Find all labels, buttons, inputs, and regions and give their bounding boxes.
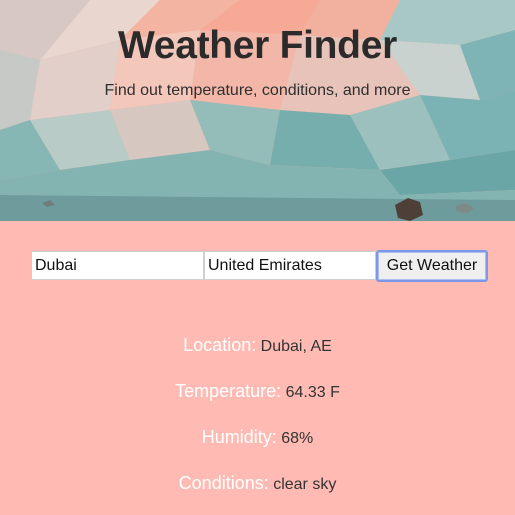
- page-subtitle: Find out temperature, conditions, and mo…: [104, 82, 411, 99]
- humidity-value: 68%: [281, 430, 314, 447]
- conditions-label: Conditions:: [178, 473, 269, 493]
- location-label: Location:: [183, 335, 257, 355]
- country-input[interactable]: [204, 251, 376, 280]
- location-result: Location: Dubai, AE: [0, 335, 515, 356]
- humidity-label: Humidity:: [201, 427, 277, 447]
- conditions-value: clear sky: [273, 476, 337, 493]
- temperature-result: Temperature: 64.33 F: [0, 381, 515, 402]
- city-input[interactable]: [31, 251, 204, 280]
- temperature-value: 64.33 F: [285, 384, 340, 401]
- weather-search-form: Get Weather: [31, 250, 488, 282]
- hero-banner: Weather Finder Find out temperature, con…: [0, 0, 515, 221]
- conditions-result: Conditions: clear sky: [0, 473, 515, 494]
- temperature-label: Temperature:: [175, 381, 282, 401]
- page-title: Weather Finder: [118, 24, 397, 67]
- location-value: Dubai, AE: [260, 338, 332, 355]
- get-weather-button[interactable]: Get Weather: [376, 250, 488, 282]
- humidity-result: Humidity: 68%: [0, 427, 515, 448]
